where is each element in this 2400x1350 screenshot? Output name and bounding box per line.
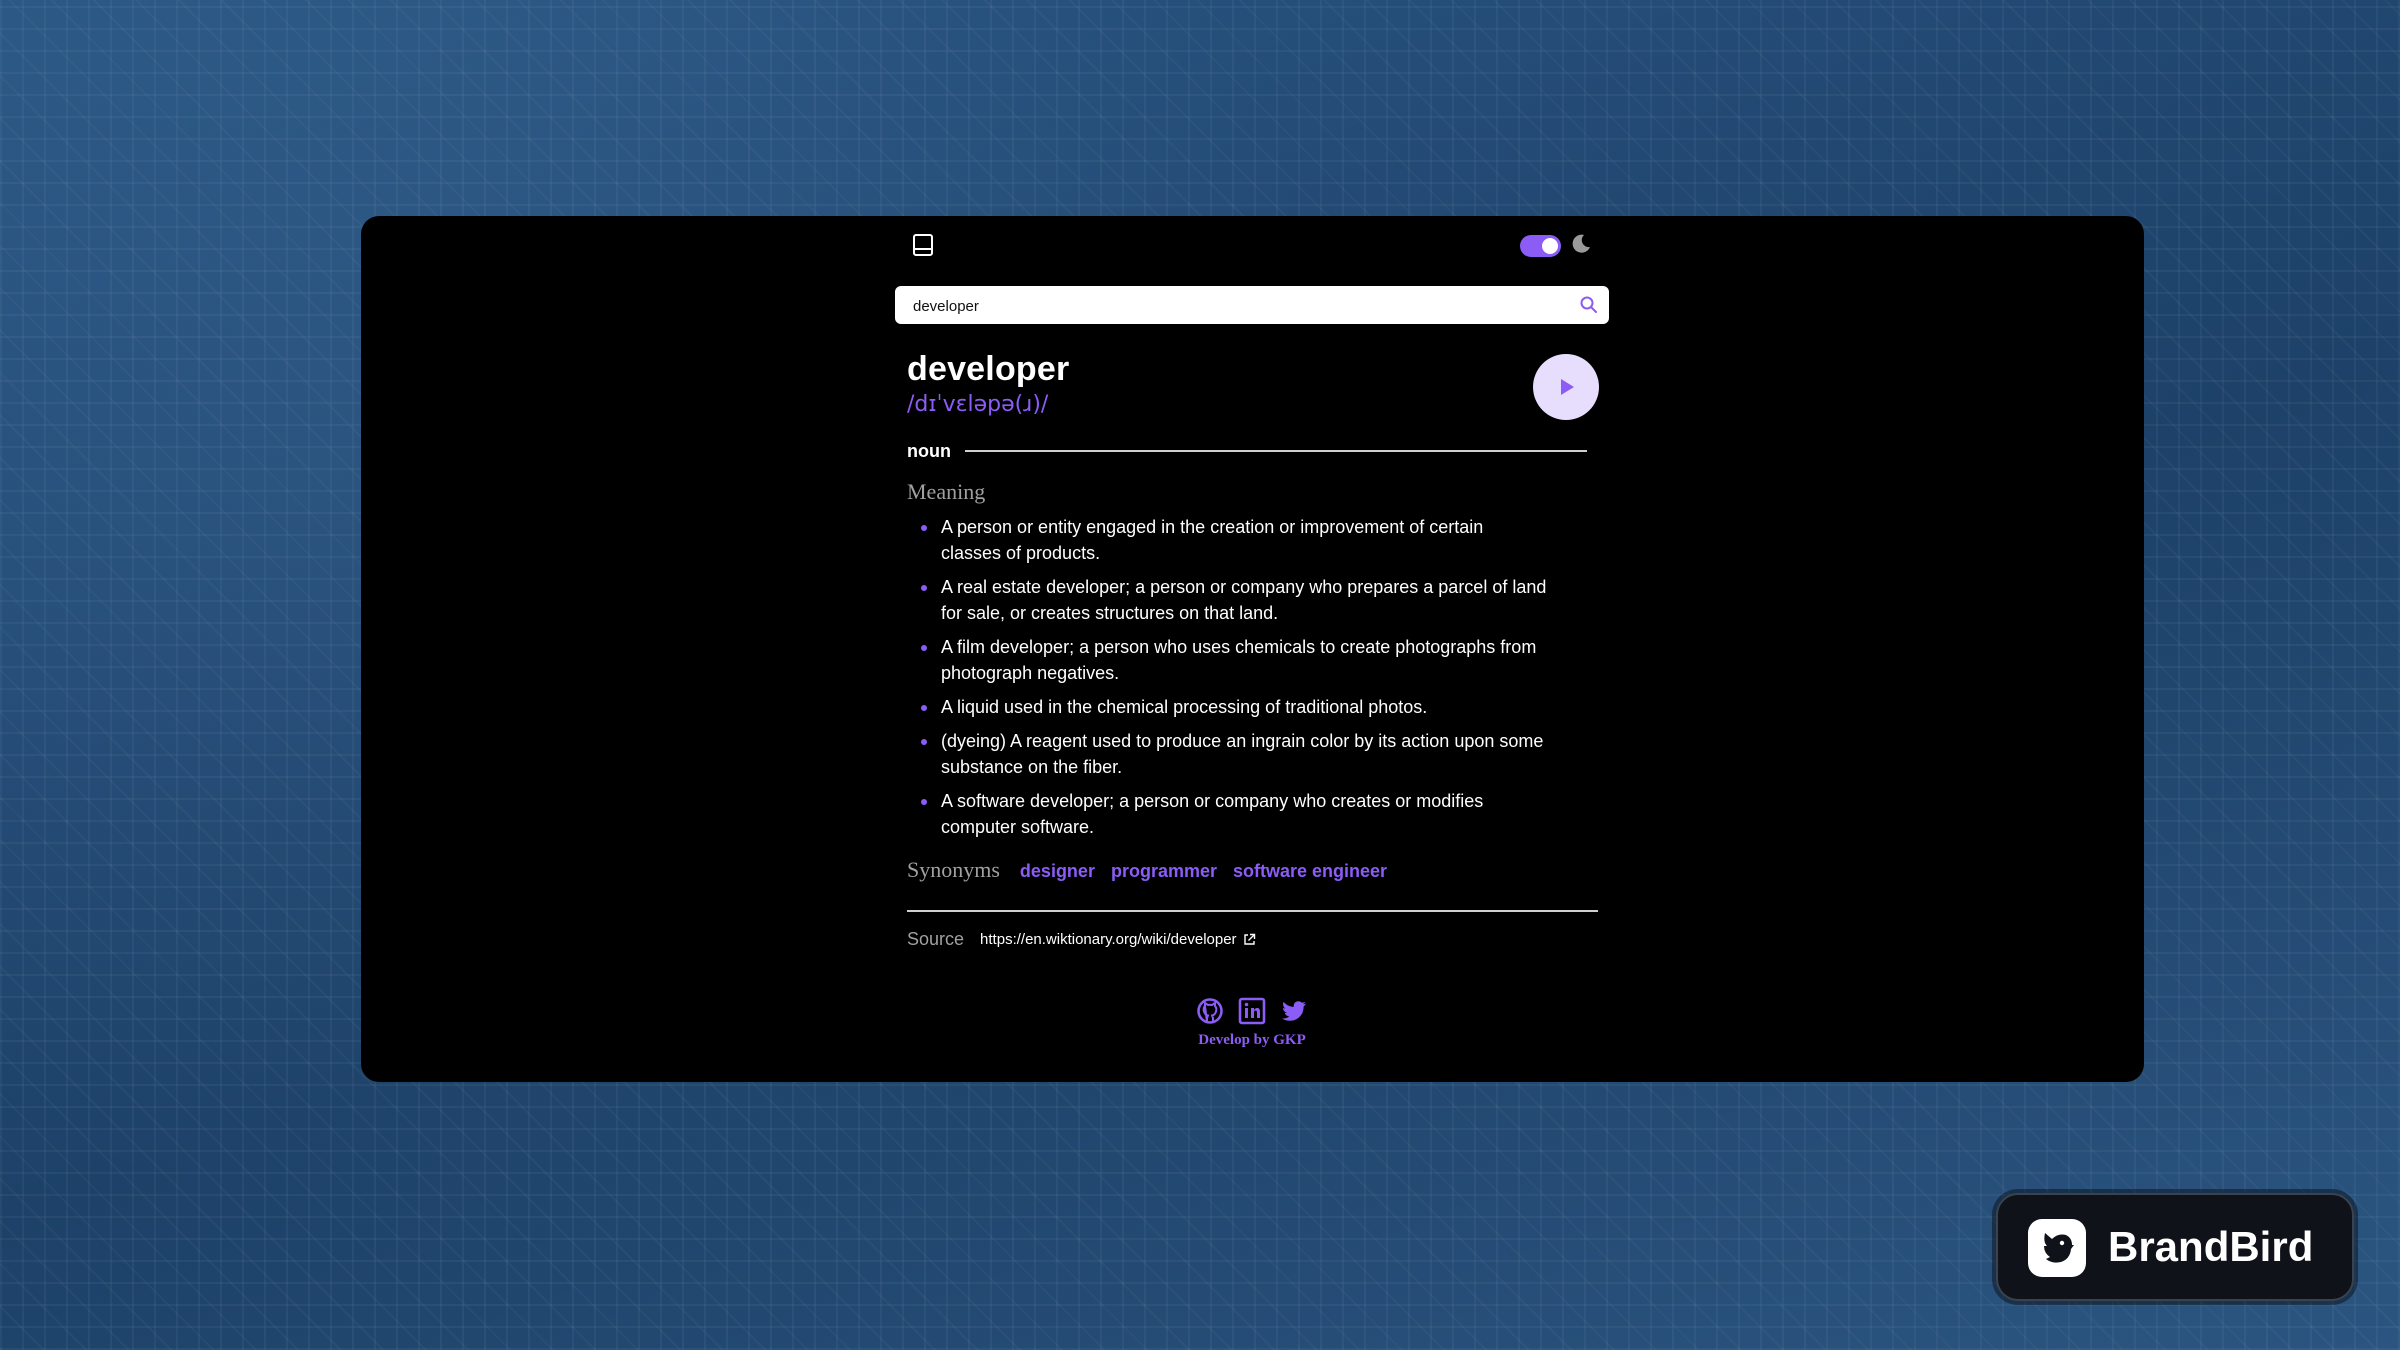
dictionary-app: developer /dɪˈvɛləpə(ɹ)/ noun Meaning A … [361,216,2144,1082]
brand-logo-icon [2028,1219,2086,1277]
source-heading: Source [907,929,965,949]
top-bar [895,216,1609,276]
definition-item: A person or entity engaged in the creati… [907,514,1547,566]
definition-item: A software developer; a person or compan… [907,788,1547,840]
definitions-list: A person or entity engaged in the creati… [907,514,1547,848]
source-row: Source https://en.wiktionary.org/wiki/de… [907,929,1256,950]
linkedin-icon[interactable] [1237,996,1267,1026]
definition-item: (dyeing) A reagent used to produce an in… [907,728,1547,780]
twitter-icon[interactable] [1279,996,1309,1026]
synonym-link[interactable]: programmer [1111,861,1217,882]
headword: developer [907,350,1070,388]
synonym-link[interactable]: designer [1020,861,1095,882]
external-link-icon[interactable] [1243,933,1256,946]
theme-toggle[interactable] [1520,235,1561,257]
part-of-speech: noun [907,440,951,461]
play-audio-button[interactable] [1533,354,1599,420]
definition-item: A real estate developer; a person or com… [907,574,1547,626]
meaning-heading: Meaning [907,479,986,504]
phonetic: /dɪˈvɛləpə(ɹ)/ [907,392,1049,417]
footer-credit: Develop by GKP [1198,1032,1306,1048]
synonym-link[interactable]: software engineer [1233,861,1387,882]
source-link[interactable]: https://en.wiktionary.org/wiki/developer [980,931,1237,948]
github-icon[interactable] [1195,996,1225,1026]
part-of-speech-row: noun [907,436,1587,466]
definition-item: A liquid used in the chemical processing… [907,694,1547,720]
search-input[interactable] [911,286,1565,326]
definition-item: A film developer; a person who uses chem… [907,634,1547,686]
play-icon [1561,379,1574,395]
theme-toggle-knob [1542,238,1558,254]
moon-icon [1572,234,1590,253]
source-divider [907,910,1598,912]
synonyms-heading: Synonyms [907,857,1000,882]
search-bar [895,286,1609,326]
app-content: developer /dɪˈvɛləpə(ɹ)/ noun Meaning A … [895,216,1609,1082]
brand-badge: BrandBird [1996,1193,2354,1301]
book-icon [913,234,933,256]
brand-name: BrandBird [2108,1223,2314,1270]
social-links [895,996,1609,1026]
synonyms-row: Synonyms designer programmer software en… [907,857,1403,883]
part-of-speech-divider [964,450,1587,452]
search-icon[interactable] [1579,295,1599,315]
